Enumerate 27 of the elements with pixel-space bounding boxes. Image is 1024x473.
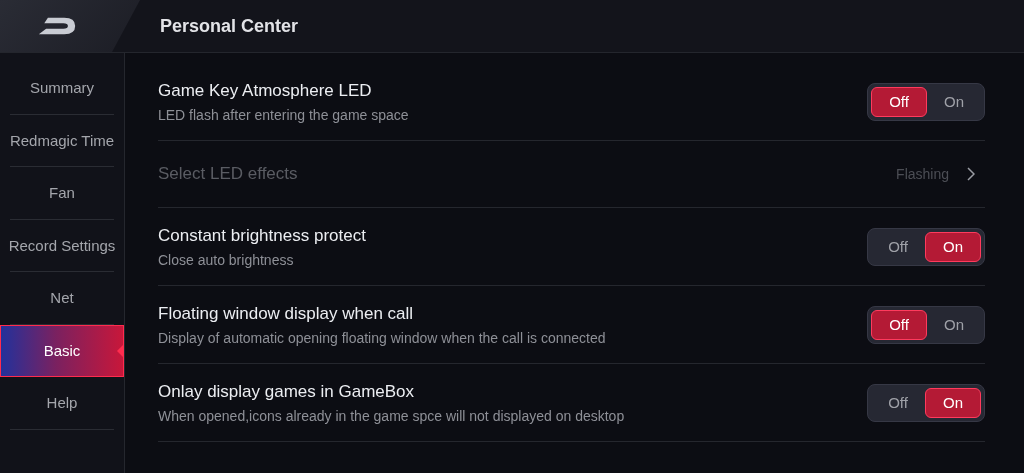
sidebar-item[interactable]: Record Settings: [10, 219, 114, 272]
sidebar-item[interactable]: Fan: [10, 167, 114, 220]
setting-description: LED flash after entering the game space: [158, 106, 409, 123]
setting-title: Floating window display when call: [158, 303, 414, 324]
toggle-option[interactable]: Off: [871, 231, 925, 262]
setting-title: Onlay display games in GameBox: [158, 381, 415, 402]
toggle-option[interactable]: On: [925, 231, 981, 262]
logo-icon: [37, 16, 77, 36]
setting-description: Display of automatic opening floating window when the call is connected: [158, 329, 606, 346]
setting-title: Constant brightness protect: [158, 225, 366, 246]
toggle-option[interactable]: Off: [871, 86, 927, 117]
toggle-option[interactable]: On: [925, 387, 981, 418]
toggle-option[interactable]: Off: [871, 387, 925, 418]
sidebar-item[interactable]: Net: [10, 272, 114, 325]
sidebar-item[interactable]: Basic: [0, 324, 124, 377]
toggle-option[interactable]: On: [927, 309, 981, 340]
toggle-option[interactable]: On: [927, 86, 981, 117]
chevron-right-icon: [967, 167, 975, 181]
sidebar-item[interactable]: Help: [10, 377, 114, 430]
sidebar-item[interactable]: Summary: [10, 62, 114, 115]
toggle-option[interactable]: Off: [871, 309, 927, 340]
setting-description: Close auto brightness: [158, 251, 294, 268]
sidebar-item[interactable]: Redmagic Time: [10, 114, 114, 167]
setting-value: Flashing: [896, 166, 949, 182]
page-title: Personal Center: [160, 15, 299, 37]
setting-title: Game Key Atmosphere LED: [158, 80, 372, 101]
setting-description: When opened,icons already in the game spce will not displayed on desktop: [158, 407, 625, 424]
